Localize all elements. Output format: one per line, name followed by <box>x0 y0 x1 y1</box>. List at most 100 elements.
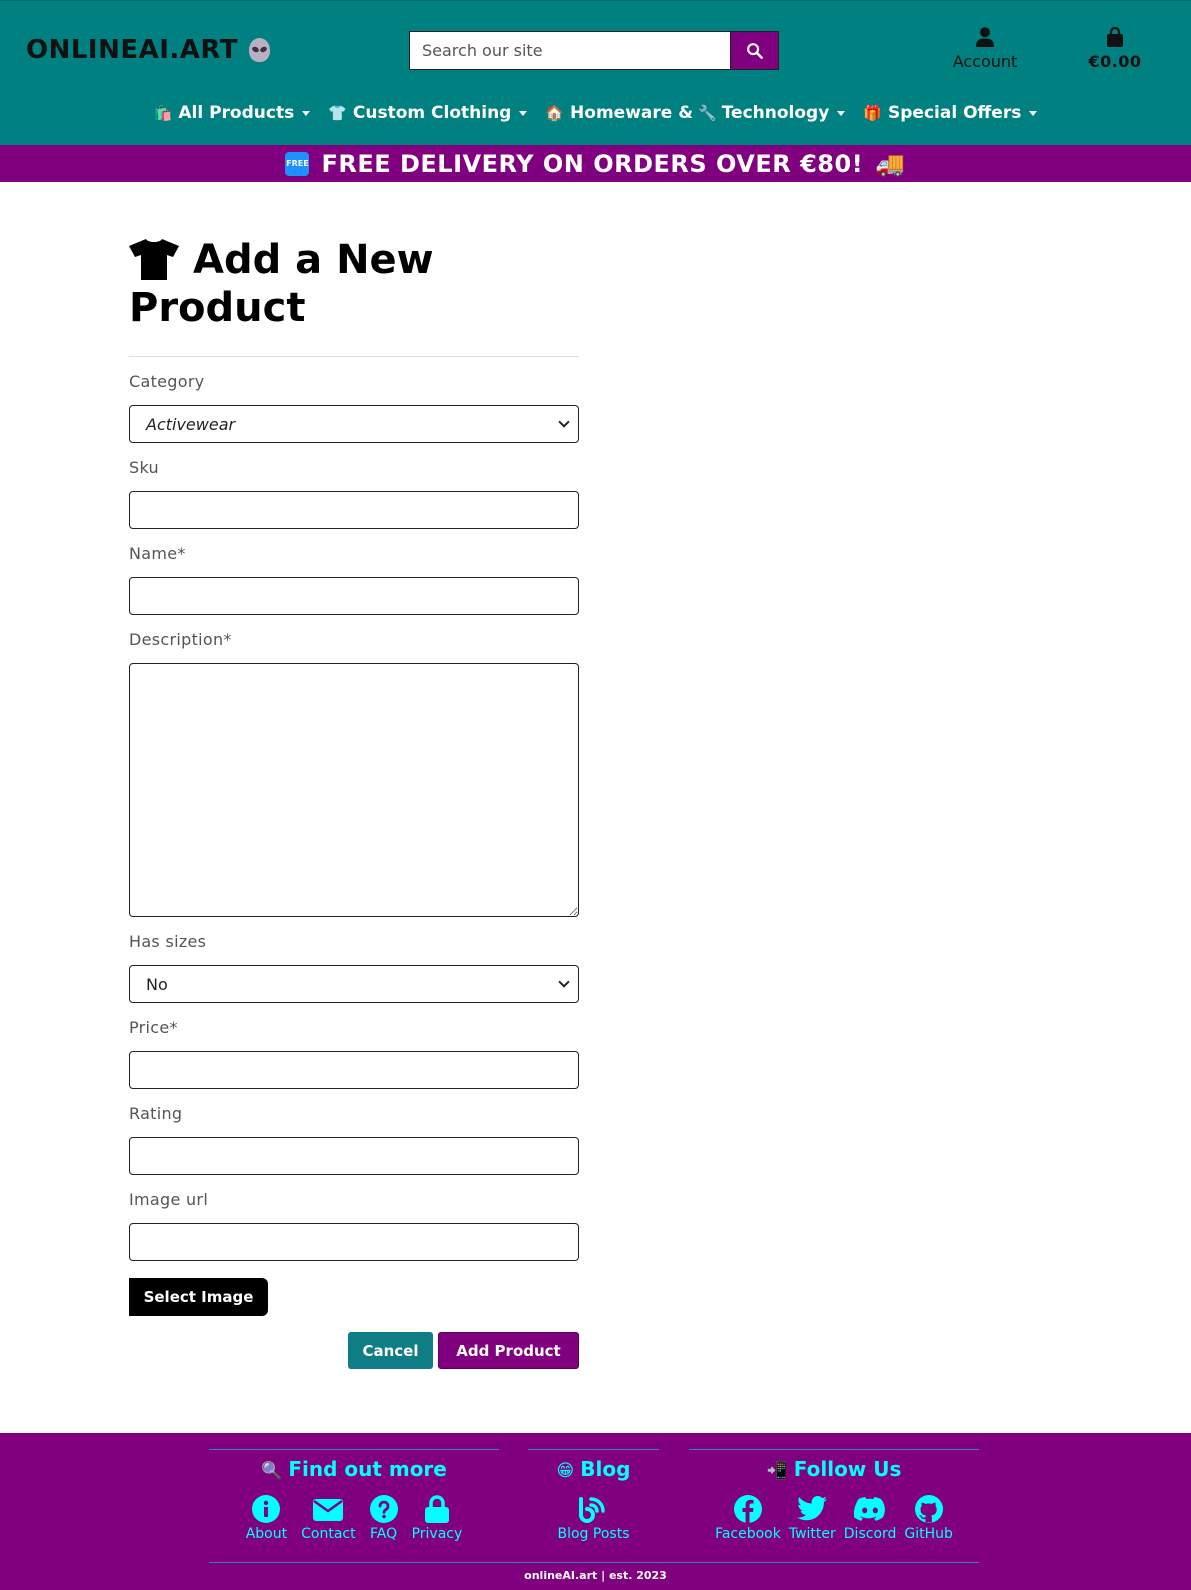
footer-link-label: Contact <box>301 1526 356 1542</box>
footer-heading-text: Find out more <box>288 1457 447 1481</box>
footer-link-label: Privacy <box>411 1526 463 1542</box>
account-label: Account <box>952 52 1018 71</box>
sku-label: Sku <box>129 458 159 477</box>
add-product-button[interactable]: Add Product <box>438 1332 579 1369</box>
footer-follow-us: 📲 Follow Us Facebook Twitter Discord GitH… <box>689 1449 979 1542</box>
footer-link-faq[interactable]: FAQ <box>369 1495 398 1542</box>
copyright: onlineAI.art | est. 2023 <box>524 1569 667 1582</box>
cancel-button[interactable]: Cancel <box>348 1332 433 1369</box>
shopping-bag[interactable]: €0.00 <box>1078 27 1152 71</box>
logo-text[interactable]: ONLINEAI.ART <box>26 35 238 65</box>
main-nav: 🛍️ All Products 👕 Custom Clothing 🏠 Home… <box>0 103 1191 123</box>
price-input[interactable] <box>129 1051 579 1089</box>
footer-link-twitter[interactable]: Twitter <box>789 1496 836 1542</box>
rating-label: Rating <box>129 1104 183 1123</box>
footer-link-label: Blog Posts <box>557 1526 630 1542</box>
footer-link-label: GitHub <box>904 1526 953 1542</box>
search-icon <box>747 43 763 59</box>
info-circle-icon <box>252 1495 281 1523</box>
footer-link-contact[interactable]: Contact <box>301 1496 356 1542</box>
site-header: ONLINEAI.ART Account €0 <box>0 0 1191 145</box>
description-textarea[interactable] <box>129 663 579 917</box>
footer-heading: 😁 Blog <box>528 1457 659 1481</box>
question-circle-icon <box>369 1495 398 1523</box>
wrench-icon: 🔧 <box>698 104 717 122</box>
blog-icon <box>579 1497 606 1523</box>
footer-link-label: About <box>245 1526 288 1542</box>
footer-heading: 🔍 Find out more <box>209 1457 499 1481</box>
nav-label: Custom Clothing <box>352 103 512 123</box>
shopping-bags-icon: 🛍️ <box>153 104 173 122</box>
chevron-down-icon <box>558 976 570 988</box>
image-url-label: Image url <box>129 1190 209 1209</box>
description-label: Description* <box>129 630 232 649</box>
nav-label: Technology <box>721 103 830 123</box>
promo-text: FREE DELIVERY ON ORDERS OVER €80! <box>321 149 864 178</box>
footer-heading-text: Follow Us <box>793 1457 902 1481</box>
category-value: Activewear <box>146 414 236 434</box>
caret-down-icon <box>837 110 846 116</box>
site-logo[interactable]: ONLINEAI.ART <box>26 35 272 65</box>
has-sizes-select[interactable]: No <box>129 965 579 1003</box>
gift-icon: 🎁 <box>863 104 882 122</box>
search-form <box>409 31 779 70</box>
rating-input[interactable] <box>129 1137 579 1175</box>
category-label: Category <box>129 372 205 391</box>
page-title: Add a New Product <box>129 236 579 332</box>
footer-link-facebook[interactable]: Facebook <box>715 1495 781 1542</box>
user-icon <box>976 27 994 47</box>
nav-homeware-technology[interactable]: 🏠 Homeware & 🔧 Technology <box>545 103 846 123</box>
free-badge-icon: FREE <box>285 151 310 176</box>
footer-find-out-more: 🔍 Find out more About Contact FAQ Privacy <box>209 1449 499 1542</box>
house-icon: 🏠 <box>545 104 565 122</box>
footer-link-blog-posts[interactable]: Blog Posts <box>557 1496 630 1542</box>
price-label: Price* <box>129 1018 178 1037</box>
delivery-truck-icon: 🚚 <box>875 149 906 178</box>
footer-link-privacy[interactable]: Privacy <box>411 1495 463 1542</box>
category-select[interactable]: Activewear <box>129 405 579 443</box>
facebook-icon <box>733 1495 762 1523</box>
nav-label: Homeware & <box>570 103 694 123</box>
footer-link-label: FAQ <box>370 1526 398 1542</box>
account-menu[interactable]: Account <box>940 27 1030 71</box>
title-divider <box>129 356 579 357</box>
nav-custom-clothing[interactable]: 👕 Custom Clothing <box>328 103 528 123</box>
footer-link-discord[interactable]: Discord <box>843 1496 897 1542</box>
image-url-input[interactable] <box>129 1223 579 1261</box>
nav-special-offers[interactable]: 🎁 Special Offers <box>863 103 1038 123</box>
shopping-bag-icon <box>1107 27 1123 47</box>
bag-total: €0.00 <box>1088 52 1142 71</box>
name-input[interactable] <box>129 577 579 615</box>
add-product-form: Add a New Product Category Activewear Sk… <box>129 236 579 1369</box>
envelope-icon <box>313 1499 344 1521</box>
caret-down-icon <box>302 110 311 116</box>
has-sizes-label: Has sizes <box>129 932 207 951</box>
sku-input[interactable] <box>129 491 579 529</box>
footer-link-label: Facebook <box>715 1526 781 1542</box>
footer-link-github[interactable]: GitHub <box>904 1495 953 1542</box>
nav-label: All Products <box>178 103 295 123</box>
footer-blog: 😁 Blog Blog Posts <box>528 1449 659 1542</box>
footer-divider <box>209 1562 979 1563</box>
grin-icon: 😁 <box>556 1461 575 1481</box>
has-sizes-value: No <box>146 974 168 994</box>
footer-link-label: Twitter <box>788 1526 836 1542</box>
title-line-2: Product <box>129 285 306 331</box>
search-input[interactable] <box>409 31 730 70</box>
footer-link-about[interactable]: About <box>245 1495 288 1542</box>
discord-icon <box>854 1497 886 1521</box>
tshirt-icon <box>129 239 179 280</box>
select-image-button[interactable]: Select Image <box>129 1278 268 1316</box>
search-button[interactable] <box>730 31 779 70</box>
magnifier-icon: 🔍 <box>261 1461 283 1481</box>
caret-down-icon <box>519 110 528 116</box>
alien-icon <box>247 37 272 63</box>
title-line-1: Add a New <box>193 237 434 283</box>
nav-all-products[interactable]: 🛍️ All Products <box>154 103 311 123</box>
site-footer: 🔍 Find out more About Contact FAQ Privacy… <box>0 1433 1191 1590</box>
chevron-down-icon <box>558 416 570 428</box>
free-delivery-banner: FREE FREE DELIVERY ON ORDERS OVER €80! 🚚 <box>0 145 1191 182</box>
name-label: Name* <box>129 544 186 563</box>
footer-link-label: Discord <box>843 1526 897 1542</box>
footer-heading: 📲 Follow Us <box>689 1457 979 1481</box>
